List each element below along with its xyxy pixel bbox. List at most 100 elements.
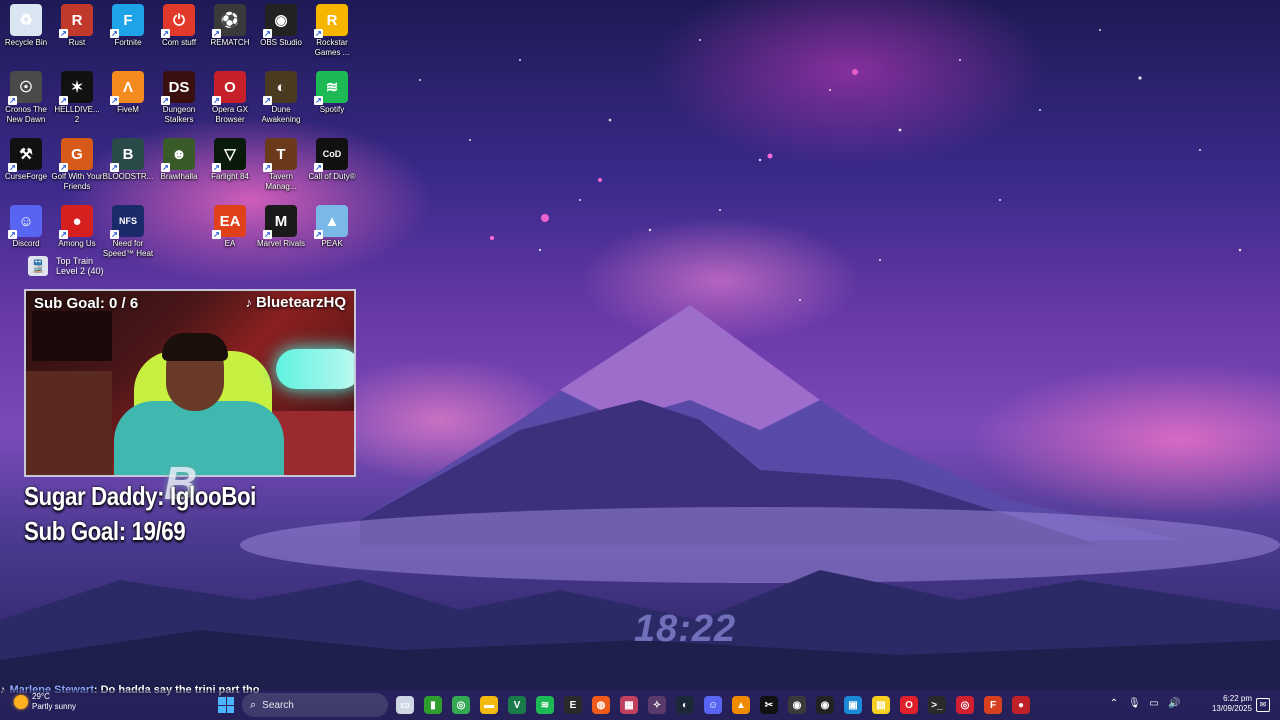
desktop-icon[interactable]: ☻ ↗ Brawlhalla: [153, 134, 205, 182]
desktop-icon[interactable]: ◉ ↗ OBS Studio: [255, 0, 307, 48]
top-train-widget[interactable]: 🚆 Top Train Level 2 (40): [28, 256, 104, 276]
icon-glyph: ☺: [18, 212, 34, 230]
shortcut-arrow-icon: ↗: [110, 96, 119, 105]
desktop-icon[interactable]: DS ↗ Dungeon Stalkers: [153, 67, 205, 125]
network-icon[interactable]: ▭: [1148, 698, 1160, 709]
icon-glyph: ⚒: [19, 146, 33, 163]
desktop-icon[interactable]: ⚽ ↗ REMATCH: [204, 0, 256, 48]
webcam-background: [32, 311, 112, 361]
desktop-icon[interactable]: R ↗ Rust: [51, 0, 103, 48]
taskbar-glyph: ☺: [707, 699, 719, 711]
chevron-up-icon[interactable]: ⌃: [1108, 698, 1120, 709]
desktop-icon[interactable]: T ↗ Tavern Manag...: [255, 134, 307, 192]
desktop-icon[interactable]: G ↗ Golf With Your Friends: [51, 134, 103, 192]
icon-glyph: ✶: [70, 79, 84, 96]
desktop-icon[interactable]: Λ ↗ FiveM: [102, 67, 154, 115]
notification-icon[interactable]: ✉: [1256, 698, 1270, 712]
task-view-icon[interactable]: ▭: [396, 696, 414, 714]
shortcut-arrow-icon: ↗: [59, 96, 68, 105]
icon-glyph: ⚽: [220, 12, 240, 29]
photos-icon[interactable]: ▣: [844, 696, 862, 714]
desktop-icon[interactable]: M ↗ Marvel Rivals: [255, 201, 307, 249]
file-explorer-icon[interactable]: ▬: [480, 696, 498, 714]
desktop-icon[interactable]: ⏻ ↗ Com stuff: [153, 0, 205, 48]
desktop-icon-label: Call of Duty®: [308, 172, 356, 181]
desktop-icon-label: Tavern Manag...: [265, 172, 297, 191]
desktop-icon-label: Marvel Rivals: [256, 239, 305, 248]
tiktok-icon: ♪: [245, 295, 252, 310]
windows-logo-tr: [226, 697, 234, 705]
terminal-icon[interactable]: >_: [928, 696, 946, 714]
desktop-icon-label: CurseForge: [4, 172, 48, 181]
desktop-icon[interactable]: NFS ↗ Need for Speed™ Heat: [102, 201, 154, 259]
fortnite-icon: F ↗: [110, 4, 144, 38]
icon-glyph: R: [71, 11, 83, 29]
desktop-icon[interactable]: ▲ ↗ PEAK: [306, 201, 358, 249]
app-icon[interactable]: ▦: [620, 696, 638, 714]
icon-glyph: ◉: [274, 12, 288, 29]
game-bar-icon[interactable]: ◎: [956, 696, 974, 714]
desktop-icon-label: Golf With Your Friends: [51, 172, 103, 191]
taskbar-glyph: >_: [931, 699, 943, 711]
desktop-icon[interactable]: ☉ ↗ Cronos The New Dawn: [0, 67, 52, 125]
desktop-icon-label: Discord: [12, 239, 40, 248]
golf-icon: G ↗: [59, 138, 93, 172]
icon-glyph: F: [123, 11, 133, 29]
taskbar-glyph: O: [905, 699, 913, 711]
desktop-icon[interactable]: ✶ ↗ HELLDIVE... 2: [51, 67, 103, 125]
shortcut-arrow-icon: ↗: [212, 230, 221, 239]
sun-icon: [14, 695, 28, 709]
volume-icon[interactable]: 🔊: [1168, 698, 1180, 709]
cronos-icon: ☉ ↗: [8, 71, 42, 105]
soccer-ball-icon: ⚽ ↗: [212, 4, 246, 38]
desktop-icon[interactable]: ♻ Recycle Bin: [0, 0, 52, 48]
desktop-icon[interactable]: ☺ ↗ Discord: [0, 201, 52, 249]
opera-taskbar-icon[interactable]: O: [900, 696, 918, 714]
vim-icon[interactable]: V: [508, 696, 526, 714]
capcut-icon[interactable]: ✂: [760, 696, 778, 714]
record-icon[interactable]: ●: [1012, 696, 1030, 714]
shortcut-arrow-icon: ↗: [110, 230, 119, 239]
discord-taskbar-icon[interactable]: ☺: [704, 696, 722, 714]
epic-games-icon[interactable]: E: [564, 696, 582, 714]
game-icon[interactable]: ✧: [648, 696, 666, 714]
marvel-rivals-icon: M ↗: [263, 205, 297, 239]
desktop-icon[interactable]: ≋ ↗ Spotify: [306, 67, 358, 115]
camera-icon[interactable]: ◉: [788, 696, 806, 714]
icon-glyph: B: [122, 145, 134, 163]
desktop-icon[interactable]: ▽ ↗ Farlight 84: [204, 134, 256, 182]
desktop-icon-label: BLOODSTR...: [102, 172, 154, 181]
vlc-icon[interactable]: ▲: [732, 696, 750, 714]
shortcut-arrow-icon: ↗: [212, 96, 221, 105]
desktop-icon[interactable]: ⚒ ↗ CurseForge: [0, 134, 52, 182]
taskbar-search[interactable]: ⌕ Search: [242, 693, 388, 717]
desktop-icon[interactable]: F ↗ Fortnite: [102, 0, 154, 48]
desktop-icon-label: PEAK: [321, 239, 343, 248]
microphone-icon[interactable]: 🎙: [1128, 698, 1141, 709]
shortcut-arrow-icon: ↗: [161, 96, 170, 105]
desktop-icon-label: Rust: [68, 38, 86, 47]
desktop-icon[interactable]: ● ↗ Among Us: [51, 201, 103, 249]
taskbar-glyph: ▭: [400, 699, 410, 711]
steam-icon[interactable]: ◐: [676, 696, 694, 714]
desktop-icon[interactable]: CoD ↗ Call of Duty®: [306, 134, 358, 182]
xbox-app-icon[interactable]: ▮: [424, 696, 442, 714]
taskbar-clock[interactable]: 6:22 pm 13/09/2025: [1208, 694, 1252, 714]
desktop-icon[interactable]: ◐ ↗ Dune Awakening: [255, 67, 307, 125]
origin-icon[interactable]: ◍: [592, 696, 610, 714]
weather-widget[interactable]: 29°C Partly sunny: [14, 692, 76, 712]
desktop-icon[interactable]: R ↗ Rockstar Games ...: [306, 0, 358, 58]
sticky-notes-icon[interactable]: ▤: [872, 696, 890, 714]
icon-glyph: NFS: [119, 216, 137, 226]
obs-taskbar-icon[interactable]: ◉: [816, 696, 834, 714]
desktop-icon[interactable]: O ↗ Opera GX Browser: [204, 67, 256, 125]
chrome-icon[interactable]: ◎: [452, 696, 470, 714]
taskbar-apps: ▭ ▮ ◎ ▬ V ≋ E ◍ ▦ ✧ ◐ ☺ ▲ ✂ ◉ ◉ ▣ ▤ O >_ ◎ F ●: [396, 696, 1030, 714]
spotify-taskbar-icon[interactable]: ≋: [536, 696, 554, 714]
desktop-icon[interactable]: EA ↗ EA: [204, 201, 256, 249]
faceit-icon[interactable]: F: [984, 696, 1002, 714]
opera-gx-icon: O ↗: [212, 71, 246, 105]
train-icon: 🚆: [28, 256, 48, 276]
desktop-icon[interactable]: B ↗ BLOODSTR...: [102, 134, 154, 182]
start-button[interactable]: [218, 697, 234, 713]
